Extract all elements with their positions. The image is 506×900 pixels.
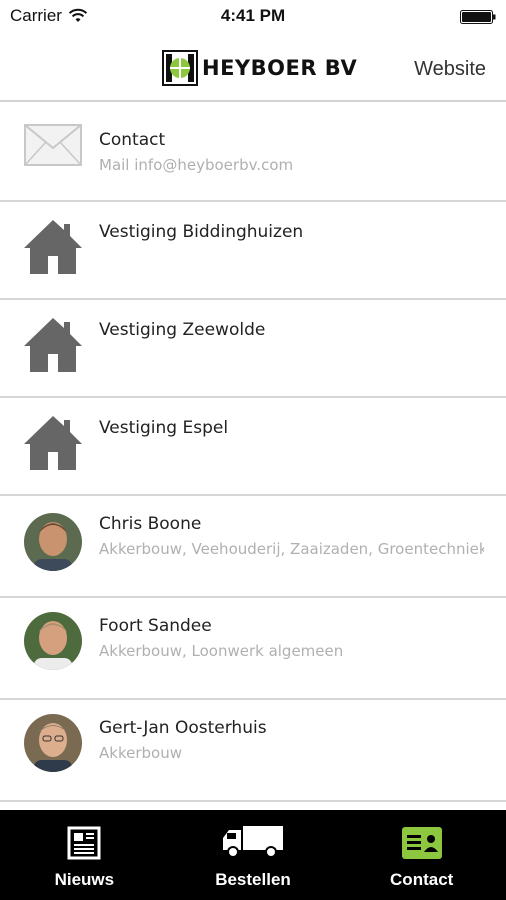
- list-item-person[interactable]: Chris Boone Akkerbouw, Veehouderij, Zaai…: [0, 496, 506, 598]
- person-name: Chris Boone: [99, 514, 202, 534]
- heyboer-logo-icon: [162, 50, 198, 86]
- house-icon: [24, 220, 82, 274]
- tab-contact[interactable]: Contact: [337, 810, 506, 900]
- person-photo-icon: [24, 612, 82, 670]
- logo-text: HEYBOER BV: [202, 56, 358, 80]
- list-item-location[interactable]: Vestiging Zeewolde: [0, 300, 506, 398]
- status-time: 4:41 PM: [220, 6, 286, 25]
- avatar: [24, 612, 82, 670]
- tab-nieuws[interactable]: Nieuws: [0, 810, 169, 900]
- person-roles: Akkerbouw, Veehouderij, Zaaizaden, Groen…: [99, 540, 484, 558]
- tab-bar: Nieuws Bestellen Contact: [0, 810, 506, 900]
- tab-label: Contact: [390, 870, 454, 889]
- contact-card-icon: [401, 827, 442, 859]
- avatar: [24, 513, 82, 571]
- avatar: [24, 714, 82, 772]
- person-photo-icon: [24, 513, 82, 571]
- tab-label: Nieuws: [54, 870, 115, 889]
- person-photo-icon: [24, 714, 82, 772]
- contact-list: Contact Mail info@heyboerbv.com Vestigin…: [0, 102, 506, 802]
- location-title: Vestiging Zeewolde: [99, 320, 266, 340]
- tab-bestellen[interactable]: Bestellen: [169, 810, 338, 900]
- company-logo: HEYBOER BV: [162, 50, 357, 86]
- battery-icon: [460, 10, 496, 24]
- location-title: Vestiging Espel: [99, 418, 229, 438]
- status-bar: Carrier 4:41 PM: [0, 0, 506, 34]
- website-button[interactable]: Website: [414, 58, 486, 81]
- list-item-person[interactable]: Gert-Jan Oosterhuis Akkerbouw: [0, 700, 506, 802]
- list-item-person[interactable]: Foort Sandee Akkerbouw, Loonwerk algemee…: [0, 598, 506, 700]
- house-icon: [24, 416, 82, 470]
- mail-icon: [24, 124, 82, 166]
- person-name: Gert-Jan Oosterhuis: [99, 718, 267, 738]
- list-item-location[interactable]: Vestiging Biddinghuizen: [0, 202, 506, 300]
- house-icon: [24, 318, 82, 372]
- contact-title: Contact: [99, 130, 166, 150]
- person-roles: Akkerbouw: [99, 744, 182, 762]
- location-title: Vestiging Biddinghuizen: [99, 222, 304, 242]
- newspaper-icon: [67, 826, 101, 860]
- person-name: Foort Sandee: [99, 616, 212, 636]
- tab-label: Bestellen: [215, 870, 291, 889]
- list-item-contact[interactable]: Contact Mail info@heyboerbv.com: [0, 102, 506, 202]
- nav-header: HEYBOER BV Website: [0, 34, 506, 102]
- person-roles: Akkerbouw, Loonwerk algemeen: [99, 642, 344, 660]
- contact-email[interactable]: Mail info@heyboerbv.com: [99, 156, 484, 174]
- list-item-location[interactable]: Vestiging Espel: [0, 398, 506, 496]
- truck-icon: [223, 826, 283, 858]
